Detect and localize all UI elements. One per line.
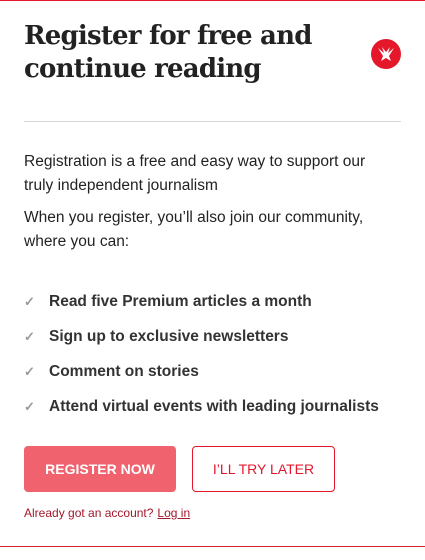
page-title: Register for free and continue reading [24, 21, 312, 84]
check-icon: ✓ [24, 363, 35, 379]
try-later-button[interactable]: I’LL TRY LATER [192, 446, 335, 492]
login-link[interactable]: Log in [157, 506, 190, 520]
divider [24, 121, 401, 122]
list-item: ✓ Read five Premium articles a month [24, 292, 312, 310]
list-item: ✓ Attend virtual events with leading jour… [24, 397, 379, 415]
list-item: ✓ Comment on stories [24, 362, 199, 380]
register-now-button[interactable]: REGISTER NOW [24, 446, 176, 492]
community-paragraph: When you register, you’ll also join our … [24, 209, 364, 250]
eagle-logo-icon [371, 39, 401, 69]
list-item: ✓ Sign up to exclusive newsletters [24, 327, 289, 345]
benefits-list: ✓ Read five Premium articles a month ✓ Sig… [24, 284, 379, 424]
bottom-accent-line [0, 546, 425, 547]
check-icon: ✓ [24, 293, 35, 309]
login-prompt: Already got an account? Log in [24, 506, 191, 520]
intro-paragraph: Registration is a free and easy way to s… [24, 153, 366, 194]
check-icon: ✓ [24, 398, 35, 414]
top-accent-line [0, 0, 425, 1]
check-icon: ✓ [24, 328, 35, 344]
